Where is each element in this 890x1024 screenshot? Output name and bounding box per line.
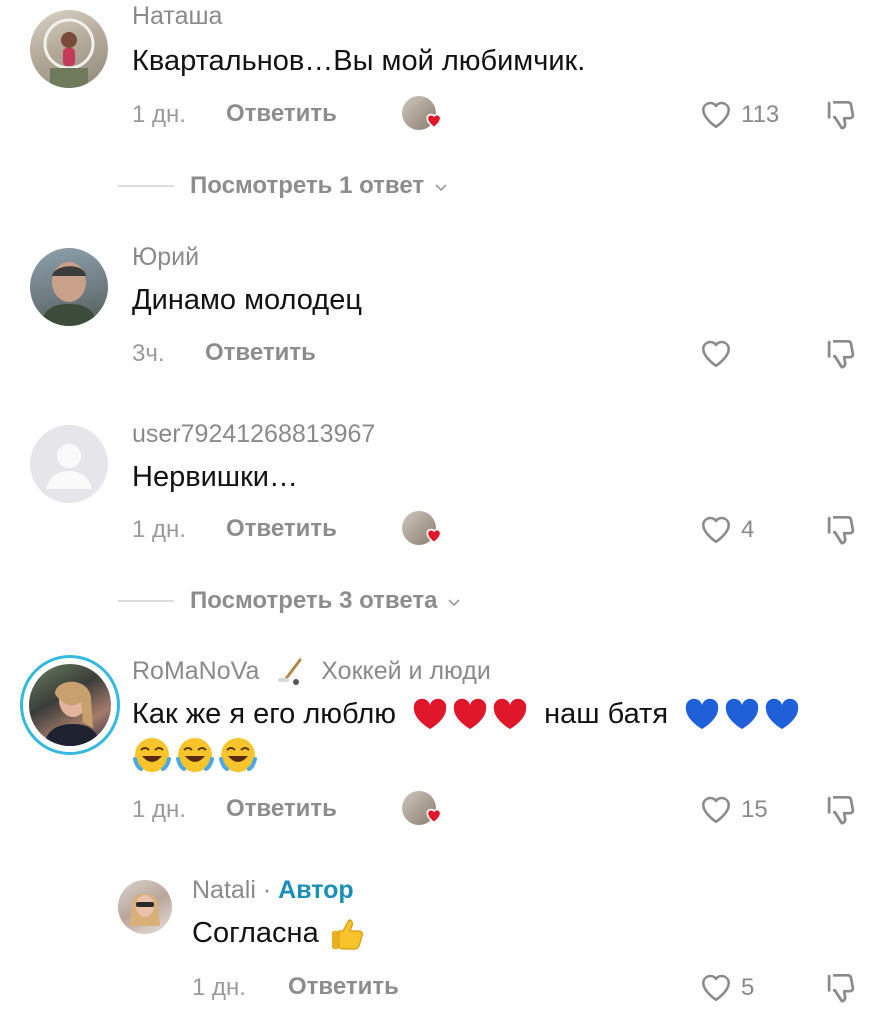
divider [118,600,174,602]
avatar[interactable] [20,655,120,755]
reply-button[interactable]: Ответить [205,339,316,367]
comment-badge[interactable]: Хоккей и люди [321,657,491,685]
comment-username[interactable]: Наташа [132,2,222,31]
creator-liked-heart-icon [426,808,442,824]
comment-time: 1 дн. [132,101,186,128]
comment-username[interactable]: RoMaNoVa [132,657,259,685]
avatar-photo [29,664,111,746]
comment-text: Нервишки… [132,461,298,493]
avatar[interactable] [30,248,108,326]
dislike-icon[interactable] [822,96,860,134]
comment-text-part: наш батя [544,698,669,730]
view-replies-label: Посмотреть 1 ответ [190,172,425,199]
reply-button[interactable]: Ответить [288,973,399,1001]
reply-text: Согласна [192,915,365,951]
creator-liked-heart-icon [426,113,442,129]
reply-username[interactable]: Natali [192,876,256,904]
laughing-emoji [176,738,214,772]
laughing-emoji [219,738,257,772]
comment-text: Динамо молодец [132,284,362,316]
like-count: 4 [741,516,755,543]
avatar-photo [40,262,98,326]
reply-username-row: Natali · Автор [192,876,354,905]
avatar-photo [43,18,95,88]
dislike-icon[interactable] [822,335,860,373]
creator-liked-heart-icon [426,528,442,544]
dislike-icon[interactable] [822,791,860,829]
default-avatar-icon [46,444,92,489]
blue-hearts-emoji [682,698,802,732]
avatar[interactable] [30,425,108,503]
like-heart-icon[interactable] [697,791,735,827]
author-badge: Автор [278,876,354,904]
hockey-stick-icon [278,658,302,686]
chevron-down-icon [435,184,447,191]
like-heart-icon[interactable] [697,511,735,547]
laughing-emoji-row [132,735,258,775]
comment-time: 1 дн. [132,796,186,823]
comment-text: Квартальнов…Вы мой любимчик. [132,45,586,77]
avatar[interactable] [30,10,108,88]
divider [118,185,174,187]
thumbs-up-emoji [331,919,363,950]
avatar[interactable] [118,880,172,934]
comment-username[interactable]: Юрий [132,243,199,272]
chevron-down-icon [448,599,460,606]
author-separator: · [262,876,272,904]
reply-button[interactable]: Ответить [226,100,337,128]
comment-username[interactable]: user79241268813967 [132,420,375,449]
comment-username-row: RoMaNoVa Хоккей и люди [132,657,491,686]
reply-button[interactable]: Ответить [226,795,337,823]
view-replies-button[interactable]: Посмотреть 1 ответ [190,172,449,200]
comment-text-part: Как же я его люблю [132,698,397,730]
view-replies-button[interactable]: Посмотреть 3 ответа [190,587,462,615]
like-count: 113 [741,101,780,128]
laughing-emoji [133,738,171,772]
red-hearts-emoji [410,698,530,732]
like-count: 5 [741,974,755,1001]
view-replies-label: Посмотреть 3 ответа [190,587,438,614]
reply-time: 1 дн. [192,974,246,1001]
like-heart-icon[interactable] [697,969,735,1005]
reply-button[interactable]: Ответить [226,515,337,543]
comment-text: Как же я его люблю наш батя [132,696,802,732]
like-heart-icon[interactable] [697,96,735,132]
comment-time: 1 дн. [132,516,186,543]
dislike-icon[interactable] [822,511,860,549]
like-count: 15 [741,796,768,823]
like-heart-icon[interactable] [697,335,735,371]
dislike-icon[interactable] [822,969,860,1007]
reply-text-content: Согласна [192,917,319,949]
avatar-photo [130,893,160,926]
comment-time: 3ч. [132,340,165,367]
